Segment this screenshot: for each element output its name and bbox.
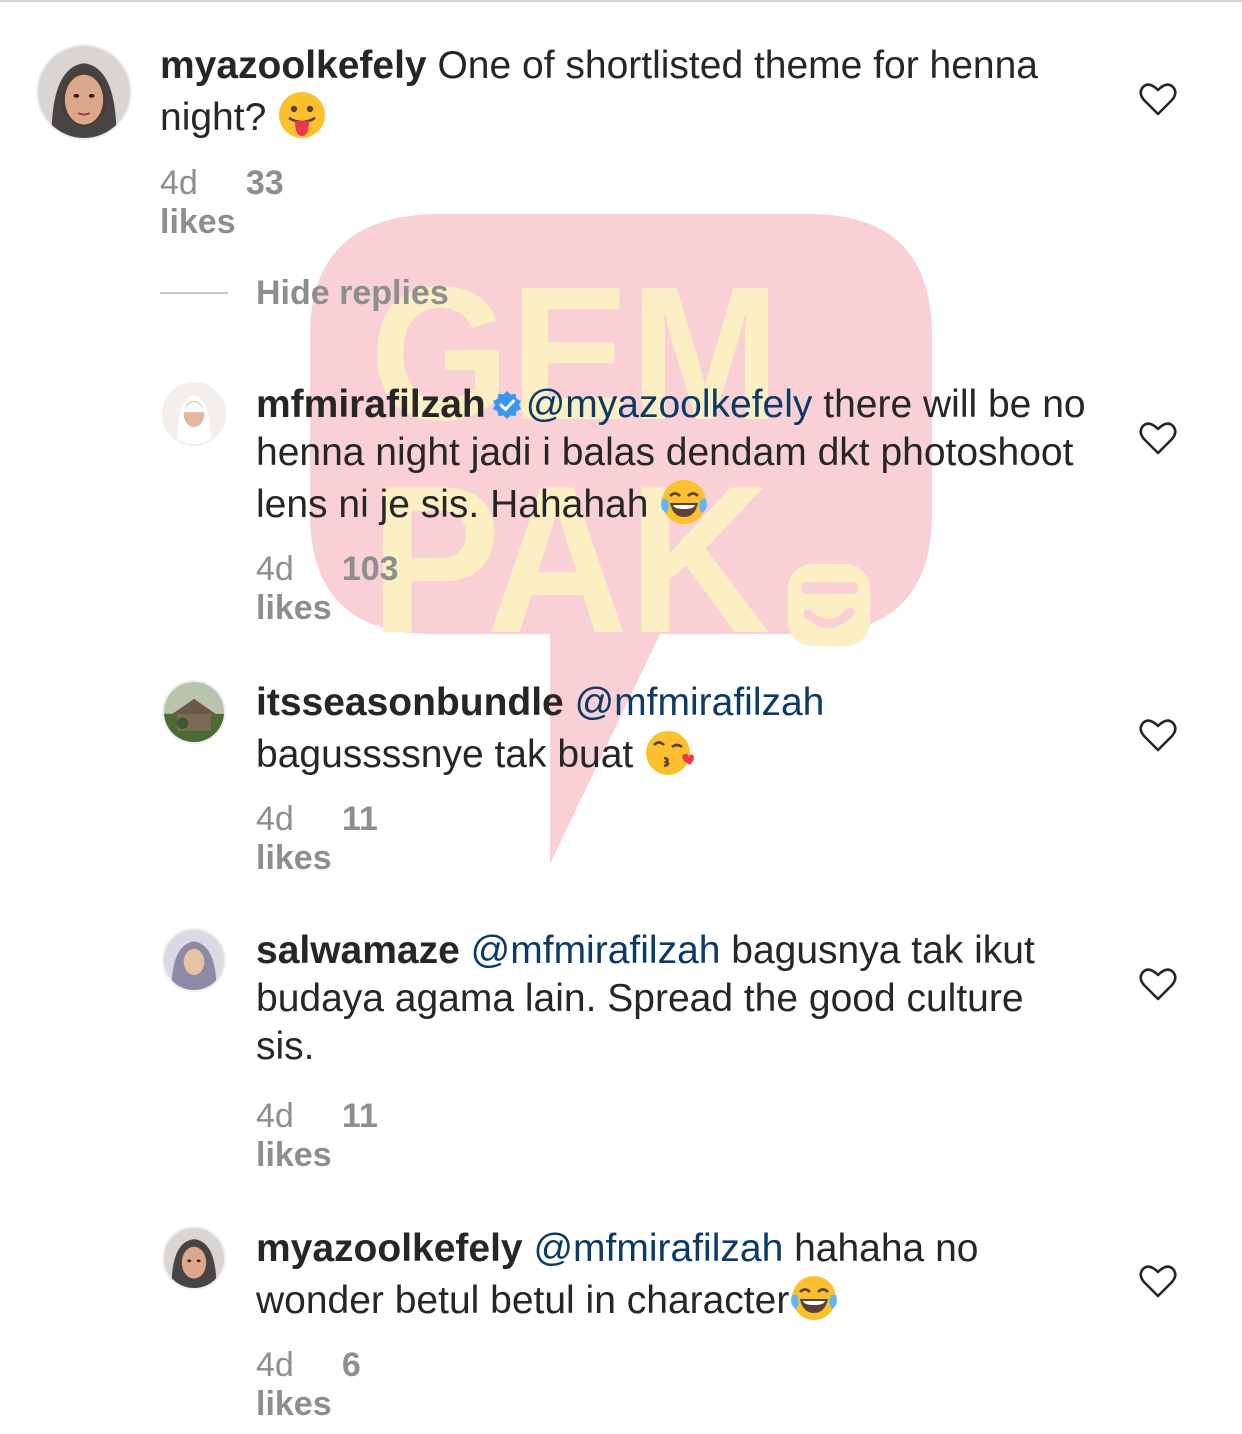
comment-username[interactable]: salwamaze	[256, 929, 460, 972]
kiss-emoji-icon	[644, 727, 695, 777]
like-heart-icon[interactable]	[1139, 967, 1177, 1001]
watermark-face-icon	[788, 564, 870, 646]
like-heart-icon[interactable]	[1139, 421, 1177, 455]
replies-divider	[160, 292, 228, 294]
comment-time: 4d	[256, 1097, 294, 1135]
avatar[interactable]	[162, 928, 226, 992]
comment-username[interactable]: mfmirafilzah	[256, 383, 486, 426]
comment-username[interactable]: itsseasonbundle	[256, 681, 564, 724]
like-heart-icon[interactable]	[1139, 718, 1177, 752]
top-divider	[0, 0, 1242, 2]
mention-link[interactable]: @myazoolkefely	[526, 383, 813, 426]
comment-text: bagussssnye tak buat	[256, 733, 645, 776]
tongue-emoji-icon	[277, 90, 327, 140]
avatar[interactable]	[162, 680, 226, 744]
laughing-tears-emoji-icon	[659, 477, 709, 527]
verified-badge-icon	[492, 384, 522, 419]
avatar[interactable]	[36, 44, 132, 140]
comment-time: 4d	[256, 800, 294, 838]
comment-time: 4d	[256, 1346, 294, 1384]
hide-replies-button[interactable]: Hide replies	[256, 274, 449, 313]
comment-time: 4d	[160, 164, 198, 202]
like-heart-icon[interactable]	[1139, 82, 1177, 116]
mention-link[interactable]: @mfmirafilzah	[575, 681, 825, 724]
mention-link[interactable]: @mfmirafilzah	[471, 929, 721, 972]
comment-username[interactable]: myazoolkefely	[256, 1227, 523, 1270]
like-heart-icon[interactable]	[1139, 1264, 1177, 1298]
mention-link[interactable]: @mfmirafilzah	[533, 1227, 783, 1270]
laughing-tears-emoji-icon	[789, 1273, 839, 1323]
avatar[interactable]	[162, 382, 226, 446]
avatar[interactable]	[162, 1226, 226, 1290]
comment-username[interactable]: myazoolkefely	[160, 44, 427, 87]
comment-time: 4d	[256, 550, 294, 588]
